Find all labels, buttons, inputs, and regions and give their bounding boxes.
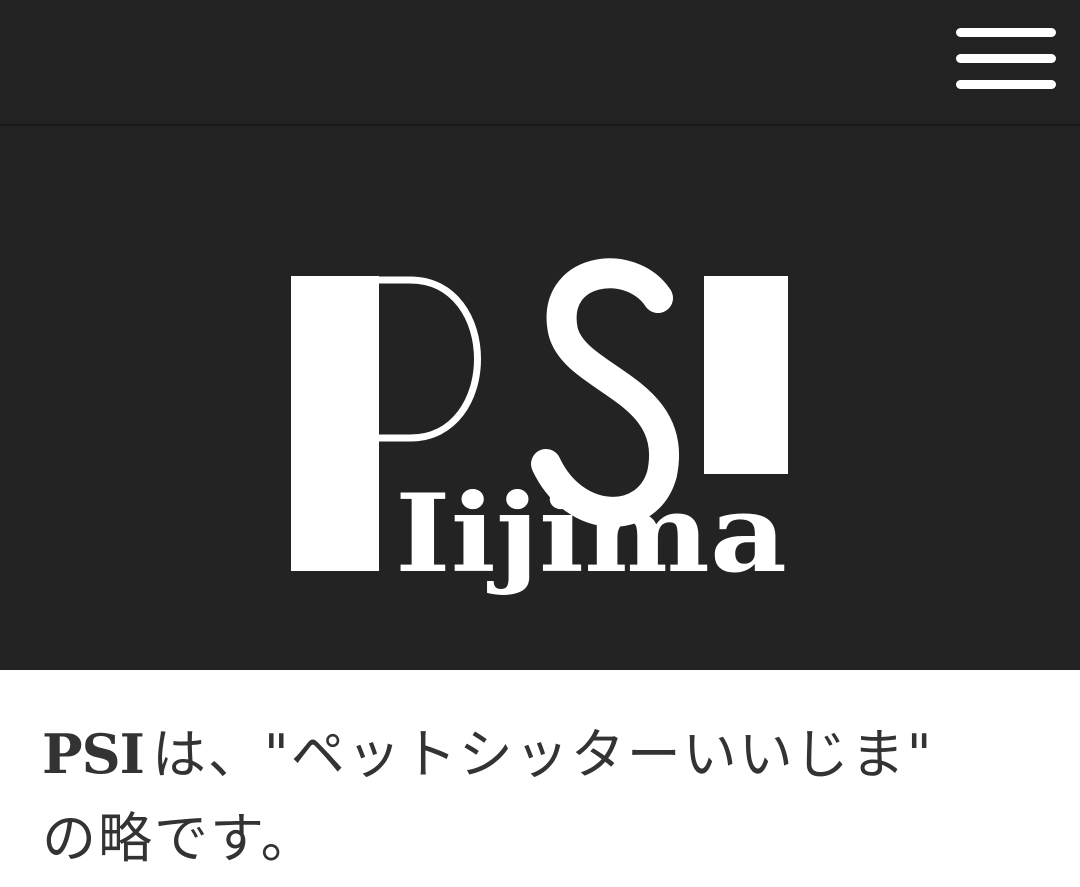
intro-paragraph: PSI は、"ペットシッターいいじま" の略です。 — [42, 712, 1002, 881]
psi-iijima-logo: Iijima — [291, 258, 788, 597]
menu-bar-bottom — [956, 80, 1056, 89]
intro-section: PSI は、"ペットシッターいいじま" の略です。 — [0, 670, 1080, 887]
logo-subtext: Iijima — [395, 471, 787, 597]
site-header — [0, 0, 1080, 126]
menu-bar-middle — [956, 54, 1056, 63]
intro-text: は、"ペットシッターいいじま" の略です。 — [42, 723, 934, 870]
hamburger-menu-icon[interactable] — [950, 22, 1062, 98]
intro-abbr: PSI — [42, 722, 145, 786]
hero-banner: Iijima — [0, 126, 1080, 670]
menu-bar-top — [956, 28, 1056, 37]
